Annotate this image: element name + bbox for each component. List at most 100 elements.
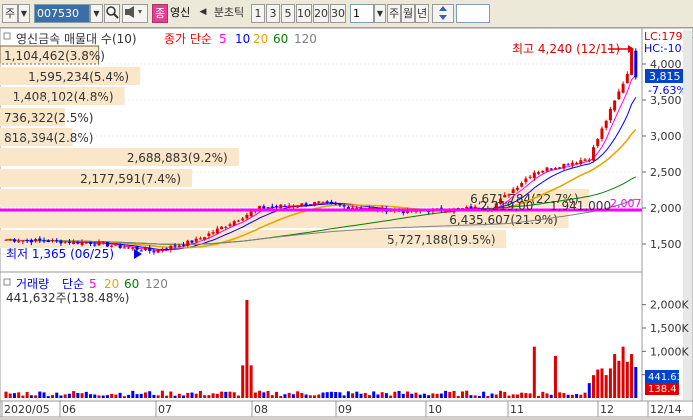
period-3[interactable]: 3 — [266, 4, 280, 23]
volume-ma-20: 20 — [104, 277, 119, 291]
candle-body — [608, 108, 612, 121]
volume-profile-label: 2,177,591(7.4%) — [80, 172, 181, 186]
volume-bar — [177, 393, 181, 398]
period-5[interactable]: 5 — [281, 4, 295, 23]
volume-profile-label: 736,322(2.5%) — [4, 111, 93, 125]
volume-bar — [270, 395, 274, 398]
volume-bar — [613, 354, 617, 398]
candle-body — [587, 159, 591, 161]
period-1[interactable]: 1 — [251, 4, 265, 23]
x-tick-label: 10 — [428, 403, 442, 416]
volume-profile-label: 5,727,188(19.5%) — [387, 233, 496, 247]
candle-body — [21, 240, 25, 242]
volume-bar — [190, 392, 194, 398]
volume-bar — [401, 393, 405, 398]
volume-bar — [494, 394, 498, 398]
candle-body — [207, 233, 211, 237]
market-dropdown-icon[interactable]: ▼ — [18, 4, 30, 23]
period-dropdown-icon[interactable]: ▼ — [374, 4, 386, 23]
y-tick-label: 2,000 — [650, 202, 682, 215]
speaker-icon[interactable] — [122, 4, 148, 23]
candle-body — [8, 239, 12, 241]
volume-ma-5: 5 — [89, 277, 97, 291]
candle-body — [545, 167, 549, 172]
candle-body — [114, 244, 118, 246]
volume-bar — [12, 393, 16, 398]
volume-bar — [363, 392, 367, 398]
current-price: 3,815 — [649, 70, 681, 83]
volume-bar — [515, 394, 519, 398]
candle-body — [317, 201, 321, 203]
candle-body — [367, 207, 371, 209]
volume-bar — [236, 395, 240, 398]
volume-bar — [258, 390, 262, 398]
annotation-label-1: 2,219,00 — [480, 199, 533, 213]
period-input[interactable]: 1 — [350, 4, 374, 23]
candle-body — [287, 205, 291, 207]
volume-bar — [42, 392, 46, 398]
prev-arrow-icon[interactable]: ◀ — [198, 4, 208, 23]
candle-body — [634, 50, 638, 78]
code-dropdown-icon[interactable]: ▼ — [90, 4, 103, 23]
volume-bar — [308, 395, 312, 398]
period-30[interactable]: 30 — [330, 4, 346, 23]
volume-bar — [135, 394, 139, 398]
volume-bar — [575, 394, 579, 398]
volume-bar — [249, 365, 253, 398]
volume-bar — [596, 369, 600, 398]
candle-body — [198, 238, 202, 240]
candle-body — [553, 168, 557, 170]
mode-label[interactable]: 분초틱 — [208, 4, 250, 23]
candle-body — [17, 241, 21, 243]
volume-bar — [329, 391, 333, 398]
volume-ma-120: 120 — [145, 277, 168, 291]
candle-body — [249, 211, 253, 217]
candle-body — [25, 240, 29, 242]
x-tick-label: 12 — [600, 403, 614, 416]
volume-bar — [359, 393, 363, 398]
volume-profile-label: 1,595,234(5.4%) — [28, 70, 129, 84]
candle-body — [118, 245, 122, 248]
candle-body — [194, 238, 198, 242]
volume-bar — [300, 392, 304, 398]
volume-bar — [296, 391, 300, 398]
volume-bar — [592, 375, 596, 398]
extra-input[interactable] — [456, 4, 490, 23]
candle-body — [342, 205, 346, 207]
unit-year[interactable]: 년 — [415, 4, 429, 23]
period-10[interactable]: 10 — [296, 4, 312, 23]
candle-body — [511, 189, 515, 194]
volume-bar — [528, 393, 532, 398]
stock-chart[interactable]: 1,104,462(3.8%) 1,595,234(5.4%) 1,408,102(… — [0, 27, 693, 418]
volume-bar — [110, 393, 114, 398]
search-icon[interactable] — [104, 4, 120, 23]
line-value-label: 2,007 — [610, 197, 642, 210]
updown-icon[interactable] — [432, 4, 454, 23]
volume-bar — [482, 391, 486, 398]
market-tab[interactable]: 주 — [2, 4, 18, 23]
candle-body — [515, 187, 519, 190]
period-20[interactable]: 20 — [313, 4, 329, 23]
volume-bar — [367, 395, 371, 398]
volume-bar — [63, 394, 67, 398]
candle-body — [241, 218, 245, 221]
volume-bar — [72, 391, 76, 398]
candle-body — [156, 249, 160, 253]
candle-body — [46, 240, 50, 243]
volume-bar — [97, 395, 101, 398]
stock-code-input[interactable]: 007530 — [34, 4, 90, 23]
candle-body — [621, 83, 625, 93]
candle-body — [532, 172, 536, 179]
volume-bar — [46, 396, 50, 398]
unit-week[interactable]: 주 — [387, 4, 401, 23]
candle-body — [566, 164, 570, 166]
unit-month[interactable]: 월 — [401, 4, 415, 23]
volume-bar — [545, 393, 549, 398]
volume-bar — [203, 395, 207, 398]
candle-body — [549, 168, 553, 170]
candle-body — [537, 172, 541, 174]
candle-body — [630, 49, 634, 75]
volume-bar — [511, 394, 515, 398]
volume-bar — [143, 392, 147, 398]
volume-bar — [507, 395, 511, 398]
